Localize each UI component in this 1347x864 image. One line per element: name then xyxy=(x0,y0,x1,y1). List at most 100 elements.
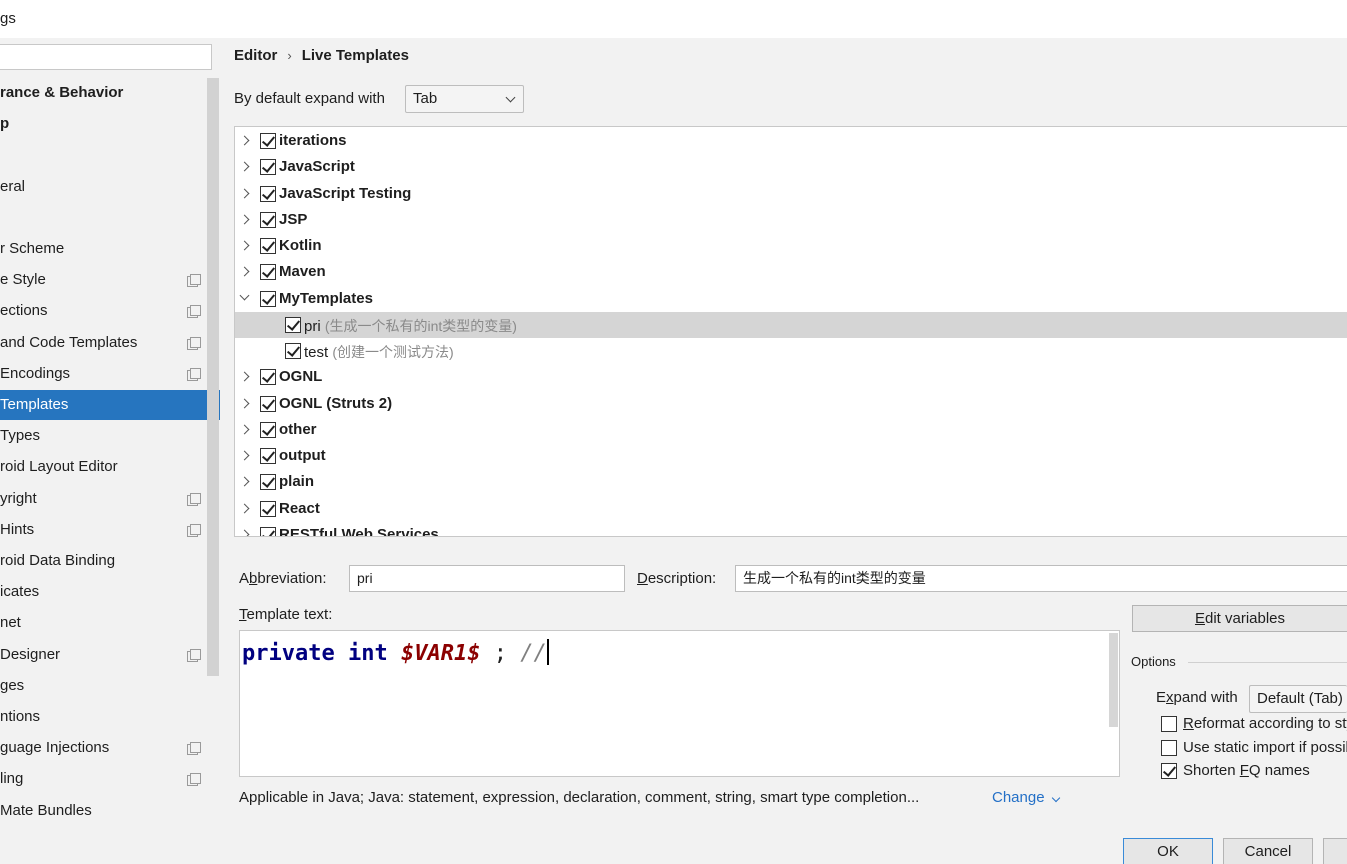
template-text-editor[interactable]: private int $VAR1$ ; // xyxy=(239,630,1120,777)
template-checkbox[interactable] xyxy=(260,290,276,307)
template-checkbox[interactable] xyxy=(285,316,301,333)
chevron-right-icon[interactable] xyxy=(239,503,250,513)
templates-tree[interactable]: iterations JavaScript JavaScript Testing JS… xyxy=(234,126,1347,537)
template-row[interactable]: test (创建一个测试方法) xyxy=(235,338,1347,364)
template-checkbox[interactable] xyxy=(260,133,276,149)
sidebar-item[interactable]: p xyxy=(0,109,207,139)
template-group-row[interactable]: Maven xyxy=(235,259,1347,285)
template-group-row[interactable]: JSP xyxy=(235,207,1347,233)
sidebar-item[interactable]: Types xyxy=(0,421,207,451)
sidebar-item[interactable]: roid Data Binding xyxy=(0,546,207,576)
sidebar-item[interactable]: ges xyxy=(0,671,207,701)
sidebar-item[interactable]: icates xyxy=(0,577,207,607)
sidebar-item[interactable]: and Code Templates xyxy=(0,328,207,358)
template-group-row[interactable]: other xyxy=(235,417,1347,443)
chevron-right-icon[interactable] xyxy=(239,266,250,277)
sidebar-item[interactable]: Encodings xyxy=(0,359,207,389)
shorten-fq-checkbox[interactable] xyxy=(1161,763,1177,779)
chevron-right-icon[interactable] xyxy=(239,188,250,198)
editor-scrollbar[interactable] xyxy=(1109,633,1118,727)
template-checkbox[interactable] xyxy=(260,526,276,536)
chevron-right-icon[interactable] xyxy=(239,214,250,225)
template-group-row[interactable]: React xyxy=(235,496,1347,522)
default-expand-value: Tab xyxy=(413,90,438,107)
sidebar-item-label: Designer xyxy=(0,645,61,663)
sidebar-item[interactable]: e Style xyxy=(0,265,207,295)
template-group-row[interactable]: iterations xyxy=(235,128,1347,154)
chevron-right-icon[interactable] xyxy=(239,398,250,408)
chevron-down-icon xyxy=(1051,793,1061,803)
settings-search-input[interactable] xyxy=(0,44,212,70)
sidebar-item[interactable]: ntions xyxy=(0,702,207,732)
template-label: iterations xyxy=(279,132,347,149)
sidebar-item[interactable]: ling xyxy=(0,764,207,794)
sidebar-item-label: e Style xyxy=(0,271,46,289)
template-group-row[interactable]: plain xyxy=(235,469,1347,495)
chevron-right-icon[interactable] xyxy=(239,371,250,382)
sidebar-item[interactable]: rance & Behavior xyxy=(0,78,207,108)
sidebar-item-label: ges xyxy=(0,676,25,694)
title-bar: gs xyxy=(0,0,1347,38)
edit-variables-button[interactable]: Edit variables xyxy=(1132,605,1347,632)
chevron-right-icon[interactable] xyxy=(239,450,250,461)
template-checkbox[interactable] xyxy=(260,211,276,228)
template-checkbox[interactable] xyxy=(285,343,301,359)
sidebar-item[interactable] xyxy=(0,203,207,233)
sidebar-item[interactable]: guage Injections xyxy=(0,733,207,763)
expand-with-select[interactable]: Default (Tab) xyxy=(1249,685,1347,713)
template-checkbox[interactable] xyxy=(260,238,276,254)
apply-button[interactable] xyxy=(1323,838,1347,864)
sidebar-item[interactable]: yright xyxy=(0,484,207,514)
template-checkbox[interactable] xyxy=(260,500,276,517)
chevron-right-icon[interactable] xyxy=(239,161,250,172)
template-group-row[interactable]: JavaScript Testing xyxy=(235,181,1347,207)
static-import-checkbox[interactable] xyxy=(1161,740,1177,756)
sidebar-item[interactable]: Designer xyxy=(0,640,207,670)
template-text-label: Template text: xyxy=(239,606,333,623)
template-checkbox[interactable] xyxy=(260,369,276,386)
sidebar-item[interactable]: ections xyxy=(0,296,207,326)
breadcrumb-parent[interactable]: Editor xyxy=(234,47,277,64)
template-checkbox[interactable] xyxy=(260,185,276,202)
sidebar-item[interactable]: Mate Bundles xyxy=(0,796,207,826)
sidebar-item[interactable]: r Scheme xyxy=(0,234,207,264)
chevron-down-icon[interactable] xyxy=(239,290,250,300)
sidebar-scrollbar[interactable] xyxy=(207,78,219,676)
chevron-right-icon[interactable] xyxy=(239,476,250,487)
sidebar-item[interactable]: net xyxy=(0,608,207,638)
template-group-row[interactable]: JavaScript xyxy=(235,154,1347,180)
template-checkbox[interactable] xyxy=(260,395,276,412)
chevron-right-icon[interactable] xyxy=(239,135,250,146)
reformat-checkbox[interactable] xyxy=(1161,716,1177,732)
template-row[interactable]: pri (生成一个私有的int类型的变量) xyxy=(235,311,1347,338)
chevron-right-icon[interactable] xyxy=(239,529,250,536)
chevron-right-icon[interactable] xyxy=(239,424,250,435)
sidebar-item[interactable] xyxy=(0,140,207,170)
sidebar-item[interactable]: eral xyxy=(0,172,207,202)
default-expand-select[interactable]: Tab xyxy=(405,85,524,113)
template-checkbox[interactable] xyxy=(260,159,276,176)
template-label: other xyxy=(279,420,317,438)
project-settings-icon xyxy=(187,648,201,662)
shorten-fq-label: Shorten FQ names xyxy=(1183,762,1310,779)
abbreviation-input[interactable]: pri xyxy=(349,565,625,592)
sidebar-item[interactable]: Templates xyxy=(0,390,220,420)
sidebar-item[interactable]: Hints xyxy=(0,515,207,545)
template-group-row[interactable]: MyTemplates xyxy=(235,286,1347,312)
reformat-label: Reformat according to style xyxy=(1183,715,1347,732)
chevron-right-icon[interactable] xyxy=(239,240,250,251)
template-group-row[interactable]: RESTful Web Services xyxy=(235,522,1347,536)
cancel-button[interactable]: Cancel xyxy=(1223,838,1313,864)
template-group-row[interactable]: OGNL xyxy=(235,364,1347,390)
template-group-row[interactable]: output xyxy=(235,443,1347,469)
template-checkbox[interactable] xyxy=(260,474,276,491)
template-checkbox[interactable] xyxy=(260,448,276,464)
description-input[interactable]: 生成一个私有的int类型的变量 xyxy=(735,565,1347,592)
template-group-row[interactable]: OGNL (Struts 2) xyxy=(235,391,1347,417)
template-checkbox[interactable] xyxy=(260,421,276,438)
template-group-row[interactable]: Kotlin xyxy=(235,233,1347,259)
template-checkbox[interactable] xyxy=(260,264,276,281)
ok-button[interactable]: OK xyxy=(1123,838,1213,864)
change-contexts-link[interactable]: Change xyxy=(992,789,1045,806)
sidebar-item[interactable]: roid Layout Editor xyxy=(0,452,207,482)
